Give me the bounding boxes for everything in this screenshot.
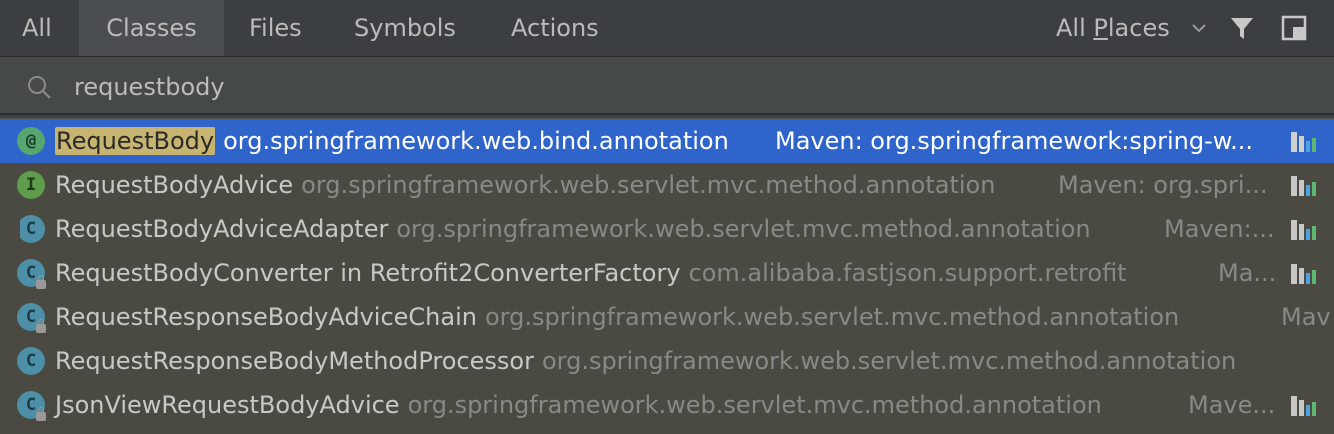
result-row-requestbodyadvice[interactable]: I RequestBodyAdvice org.springframework.w…	[0, 163, 1334, 207]
chevron-down-icon[interactable]	[1190, 19, 1208, 37]
search-icon	[28, 76, 51, 99]
search-bar	[0, 57, 1334, 115]
result-name: RequestResponseBodyMethodProcessor	[55, 347, 534, 375]
library-icon	[1291, 220, 1316, 240]
result-row-requestbodyadviceadapter[interactable]: C RequestBodyAdviceAdapter org.springfram…	[0, 207, 1334, 251]
result-row-requestbody[interactable]: @ RequestBody org.springframework.web.bin…	[0, 119, 1334, 163]
result-package: org.springframework.web.servlet.mvc.meth…	[301, 171, 996, 199]
result-name: RequestBodyAdviceAdapter	[55, 215, 389, 243]
class-icon: C	[17, 347, 45, 375]
tab-classes[interactable]: Classes	[79, 0, 224, 56]
result-library: Maven:...	[1164, 215, 1275, 243]
result-name: RequestResponseBodyAdviceChain	[55, 303, 477, 331]
tab-bar: All Classes Files Symbols Actions All Pl…	[0, 0, 1334, 57]
scope-label-mnemonic: P	[1093, 14, 1108, 42]
result-row-jsonviewrequestbodyadvice[interactable]: C JsonViewRequestBodyAdvice org.springfra…	[0, 383, 1334, 427]
annotation-icon: @	[17, 127, 45, 155]
result-package: org.springframework.web.servlet.mvc.meth…	[541, 347, 1237, 375]
library-icon	[1291, 176, 1316, 196]
filter-icon[interactable]	[1228, 14, 1256, 42]
tab-actions[interactable]: Actions	[487, 0, 623, 56]
lock-icon	[36, 319, 46, 333]
interface-icon: I	[17, 171, 45, 199]
result-library: Maven: org.spri...	[1058, 171, 1268, 199]
result-package: com.alibaba.fastjson.support.retrofit	[688, 259, 1127, 287]
result-library: Maven: org.springframework:spring-w...	[775, 127, 1254, 155]
result-library: Mave...	[1188, 391, 1276, 419]
result-row-requestresponsebodymethodprocessor[interactable]: C RequestResponseBodyMethodProcessor org.…	[0, 339, 1334, 383]
result-library: Ma...	[1218, 259, 1277, 287]
scope-label-pre: All	[1056, 14, 1094, 42]
library-icon	[1291, 264, 1316, 284]
preview-panel-icon[interactable]	[1280, 14, 1308, 42]
match-highlight: RequestBody	[55, 127, 216, 155]
result-library: Mav	[1281, 303, 1331, 331]
result-package: org.springframework.web.servlet.mvc.meth…	[407, 391, 1102, 419]
library-icon	[1291, 132, 1316, 152]
lock-icon	[36, 407, 46, 421]
tab-files[interactable]: Files	[225, 0, 326, 56]
result-name: RequestBodyConverter in Retrofit2Convert…	[55, 259, 681, 287]
result-row-requestbodyconverter[interactable]: C RequestBodyConverter in Retrofit2Conve…	[0, 251, 1334, 295]
result-name: RequestBody	[55, 127, 216, 155]
result-name: JsonViewRequestBodyAdvice	[55, 391, 400, 419]
library-icon	[1291, 396, 1316, 416]
lock-icon	[36, 275, 46, 289]
result-name: RequestBodyAdvice	[55, 171, 294, 199]
scope-label-post: laces	[1107, 14, 1170, 42]
search-input[interactable]	[74, 67, 1274, 107]
result-package: org.springframework.web.servlet.mvc.meth…	[484, 303, 1180, 331]
result-row-requestresponsebodyadvicechain[interactable]: C RequestResponseBodyAdviceChain org.spri…	[0, 295, 1334, 339]
abstract-class-icon: C	[14, 215, 45, 243]
result-package: org.springframework.web.servlet.mvc.meth…	[396, 215, 1091, 243]
results-list: @ RequestBody org.springframework.web.bin…	[0, 117, 1334, 434]
tab-symbols[interactable]: Symbols	[330, 0, 480, 56]
result-package: org.springframework.web.bind.annotation	[223, 127, 729, 155]
scope-dropdown[interactable]: All Places	[1056, 0, 1170, 56]
tab-all[interactable]: All	[0, 0, 74, 56]
